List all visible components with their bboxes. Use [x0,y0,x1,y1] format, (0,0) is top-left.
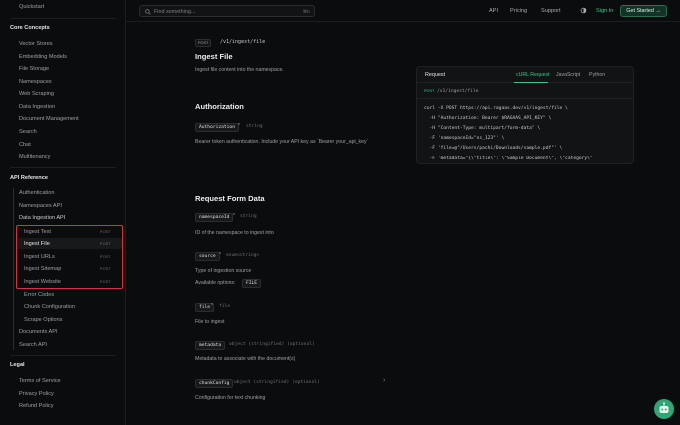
bot-icon [659,402,669,413]
sidebar-item-multitenancy[interactable]: Multitenancy [19,154,50,160]
tab-javascript[interactable]: JavaScript [556,72,580,78]
top-bar: Find something... ⌘K API Pricing Support… [126,0,680,22]
option-value-file: FILE [242,279,262,288]
sidebar-divider [10,167,116,168]
param-type: string [240,214,257,219]
sidebar-item-search-api[interactable]: Search API [19,342,47,348]
page-description: Ingest file content into the namespace. [195,67,284,73]
required-marker: * [233,213,235,219]
sidebar-item-scrape-options[interactable]: Scrape Options [24,317,63,323]
tab-python[interactable]: Python [589,72,605,78]
method-badge: POST [195,39,212,47]
active-tab-indicator [514,82,548,83]
sidebar-item-document-management[interactable]: Document Management [19,116,79,122]
panel-title: Request [425,72,446,78]
sidebar-item-authentication[interactable]: Authentication [19,190,54,196]
section-title-api-reference: API Reference [10,175,48,181]
param-name-chunkconfig[interactable]: chunkConfig [195,379,234,388]
nav-link-support[interactable]: Support [541,8,561,14]
sidebar-item-data-ingestion-api[interactable]: Data Ingestion API [19,215,65,221]
sidebar-tree-line [13,188,14,350]
sidebar-divider [10,355,116,356]
panel-divider [417,98,633,99]
sidebar: Quickstart Core Concepts Vector Stores E… [0,0,126,425]
request-code-panel: Request cURL Request JavaScript Python P… [416,66,634,164]
param-description: Bearer token authentication. Include you… [195,139,369,145]
sidebar-item-web-scraping[interactable]: Web Scraping [19,91,54,97]
endpoint-path: /v1/ingest/file [437,88,479,94]
section-title-legal: Legal [10,362,25,368]
param-description: Type of ingestion source [195,268,252,274]
required-marker: * [211,303,213,309]
code-line: -H "Authorization: Bearer $RAGAAS_API_KE… [424,116,552,121]
sidebar-item-search[interactable]: Search [19,129,37,135]
required-marker: * [238,123,240,129]
search-placeholder: Find something... [154,8,196,15]
highlight-annotation-box [16,225,123,289]
sign-in-link[interactable]: Sign In [596,8,613,14]
code-line: -F 'namespaceId="ns_123"' \ [424,136,505,141]
section-title-core-concepts: Core Concepts [10,25,50,31]
code-line: -F 'file=@"/Users/pachi/Downloads/sample… [424,146,563,151]
search-input[interactable]: Find something... ⌘K [139,5,315,17]
sidebar-item-chunk-configuration[interactable]: Chunk Configuration [24,304,75,310]
param-name-source: source [195,252,220,261]
tab-curl-request[interactable]: cURL Request [516,72,550,78]
param-type: object (stringified) (optional) [234,380,320,385]
chevron-right-icon[interactable]: › [383,377,385,384]
sidebar-item-chat[interactable]: Chat [19,142,31,148]
sidebar-item-privacy[interactable]: Privacy Policy [19,391,54,397]
sidebar-item-documents-api[interactable]: Documents API [19,329,58,335]
code-line: -F 'metadata="{\"title\": \"Sample Docum… [424,156,593,161]
sidebar-item-vector-stores[interactable]: Vector Stores [19,41,53,47]
get-started-button[interactable]: Get Started → [620,5,667,17]
nav-link-api[interactable]: API [489,8,498,14]
sidebar-item-terms[interactable]: Terms of Service [19,378,61,384]
sidebar-item-data-ingestion[interactable]: Data Ingestion [19,104,55,110]
param-name-namespaceid: namespaceId [195,213,234,222]
code-line: curl -X POST https://api.ragaas.dev/v1/i… [424,106,568,111]
sidebar-item-quickstart[interactable]: Quickstart [19,4,44,10]
endpoint-path: /v1/ingest/file [220,39,266,45]
required-marker: * [219,252,221,258]
code-line: -H "Content-Type: multipart/form-data" \ [424,126,541,131]
panel-header: Request cURL Request JavaScript Python [417,67,633,83]
section-title-request-form-data: Request Form Data [195,194,265,203]
param-type: file [219,304,231,309]
param-type: object (stringified) (optional) [229,342,315,347]
param-name-authorization: Authorization [195,123,239,132]
method-badge: POST [424,89,435,93]
chat-widget-button[interactable] [654,399,674,419]
main-content: POST /v1/ingest/file Ingest File Ingest … [126,22,680,425]
param-type: string [246,124,263,129]
param-name-metadata: metadata [195,341,226,350]
sidebar-item-error-codes[interactable]: Error Codes [24,292,54,298]
sidebar-item-embedding-models[interactable]: Embedding Models [19,54,67,60]
sidebar-item-namespaces-api[interactable]: Namespaces API [19,203,62,209]
sidebar-divider [10,18,116,19]
sidebar-item-refund[interactable]: Refund Policy [19,403,54,409]
sidebar-item-file-storage[interactable]: File Storage [19,66,49,72]
theme-toggle-icon[interactable] [580,7,587,14]
available-options-label: Available options: [195,280,236,286]
param-description: File to ingest [195,319,225,325]
param-description: ID of the namespace to ingest into [195,230,274,236]
search-shortcut: ⌘K [302,8,310,14]
search-icon [145,8,151,15]
param-type: enum<string> [226,253,260,258]
param-description: Metadata to associate with the document(… [195,356,296,362]
param-description: Configuration for text chunking [195,395,266,401]
nav-link-pricing[interactable]: Pricing [510,8,527,14]
sidebar-item-namespaces[interactable]: Namespaces [19,79,52,85]
section-title-authorization: Authorization [195,102,244,111]
page-title: Ingest File [195,52,233,61]
